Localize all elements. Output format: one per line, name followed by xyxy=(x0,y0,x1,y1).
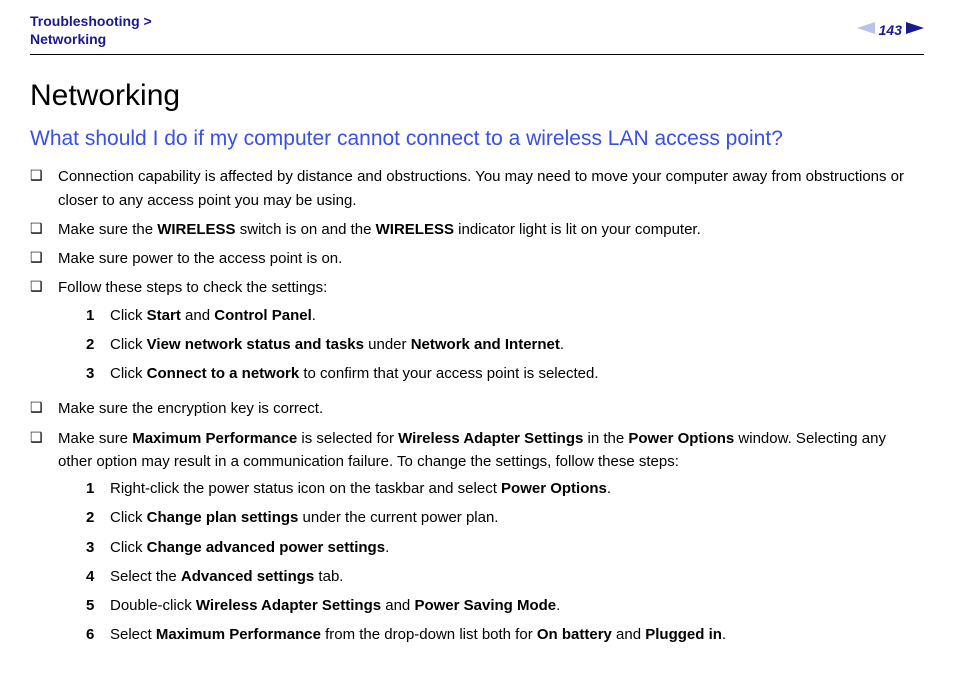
bullet-body: Connection capability is affected by dis… xyxy=(58,165,924,212)
step-number: 1 xyxy=(86,304,110,327)
section-title: Networking xyxy=(30,79,924,113)
bullet-item: ❑Make sure the WIRELESS switch is on and… xyxy=(30,218,924,241)
step-text: Click Connect to a network to confirm th… xyxy=(110,362,924,385)
step-number: 3 xyxy=(86,362,110,385)
step-number: 3 xyxy=(86,536,110,559)
step-text: Select the Advanced settings tab. xyxy=(110,565,924,588)
bullet-item: ❑Make sure the encryption key is correct… xyxy=(30,397,924,420)
numbered-item: 1Right-click the power status icon on th… xyxy=(86,477,924,500)
question-heading: What should I do if my computer cannot c… xyxy=(30,127,924,151)
bullet-body: Make sure power to the access point is o… xyxy=(58,247,924,270)
page-header: Troubleshooting > Networking 143 xyxy=(30,12,924,55)
step-number: 2 xyxy=(86,506,110,529)
step-text: Click Change advanced power settings. xyxy=(110,536,924,559)
breadcrumb-line1: Troubleshooting > xyxy=(30,13,152,29)
breadcrumb: Troubleshooting > Networking xyxy=(30,12,152,48)
bullet-body: Make sure the WIRELESS switch is on and … xyxy=(58,218,924,241)
page-number-region: 143 xyxy=(857,21,924,39)
step-text: Select Maximum Performance from the drop… xyxy=(110,623,924,646)
content-body: ❑Connection capability is affected by di… xyxy=(30,165,924,652)
step-text: Click Change plan settings under the cur… xyxy=(110,506,924,529)
step-number: 2 xyxy=(86,333,110,356)
step-number: 5 xyxy=(86,594,110,617)
numbered-item: 3Click Connect to a network to confirm t… xyxy=(86,362,924,385)
step-number: 1 xyxy=(86,477,110,500)
bullet-marker-icon: ❑ xyxy=(30,218,58,241)
bullet-item: ❑Make sure power to the access point is … xyxy=(30,247,924,270)
bullet-marker-icon: ❑ xyxy=(30,397,58,420)
step-text: Double-click Wireless Adapter Settings a… xyxy=(110,594,924,617)
step-text: Click Start and Control Panel. xyxy=(110,304,924,327)
step-text: Click View network status and tasks unde… xyxy=(110,333,924,356)
bullet-list: ❑Connection capability is affected by di… xyxy=(30,165,924,652)
bullet-marker-icon: ❑ xyxy=(30,165,58,212)
bullet-marker-icon: ❑ xyxy=(30,247,58,270)
numbered-item: 5Double-click Wireless Adapter Settings … xyxy=(86,594,924,617)
bullet-marker-icon: ❑ xyxy=(30,276,58,391)
page-number-text: 143 xyxy=(879,22,902,38)
document-page: Troubleshooting > Networking 143 Network… xyxy=(0,0,954,689)
numbered-item: 6Select Maximum Performance from the dro… xyxy=(86,623,924,646)
arrow-left-icon[interactable] xyxy=(857,21,875,39)
numbered-list: 1Right-click the power status icon on th… xyxy=(86,477,924,647)
numbered-item: 4Select the Advanced settings tab. xyxy=(86,565,924,588)
numbered-item: 2Click Change plan settings under the cu… xyxy=(86,506,924,529)
bullet-marker-icon: ❑ xyxy=(30,427,58,653)
arrow-right-icon[interactable] xyxy=(906,21,924,39)
bullet-item: ❑Make sure Maximum Performance is select… xyxy=(30,427,924,653)
step-number: 6 xyxy=(86,623,110,646)
bullet-item: ❑Connection capability is affected by di… xyxy=(30,165,924,212)
bullet-body: Follow these steps to check the settings… xyxy=(58,276,924,391)
numbered-item: 3Click Change advanced power settings. xyxy=(86,536,924,559)
breadcrumb-line2: Networking xyxy=(30,31,106,47)
numbered-list: 1Click Start and Control Panel.2Click Vi… xyxy=(86,304,924,386)
bullet-body: Make sure Maximum Performance is selecte… xyxy=(58,427,924,653)
step-text: Right-click the power status icon on the… xyxy=(110,477,924,500)
step-number: 4 xyxy=(86,565,110,588)
numbered-item: 1Click Start and Control Panel. xyxy=(86,304,924,327)
numbered-item: 2Click View network status and tasks und… xyxy=(86,333,924,356)
bullet-item: ❑Follow these steps to check the setting… xyxy=(30,276,924,391)
bullet-body: Make sure the encryption key is correct. xyxy=(58,397,924,420)
